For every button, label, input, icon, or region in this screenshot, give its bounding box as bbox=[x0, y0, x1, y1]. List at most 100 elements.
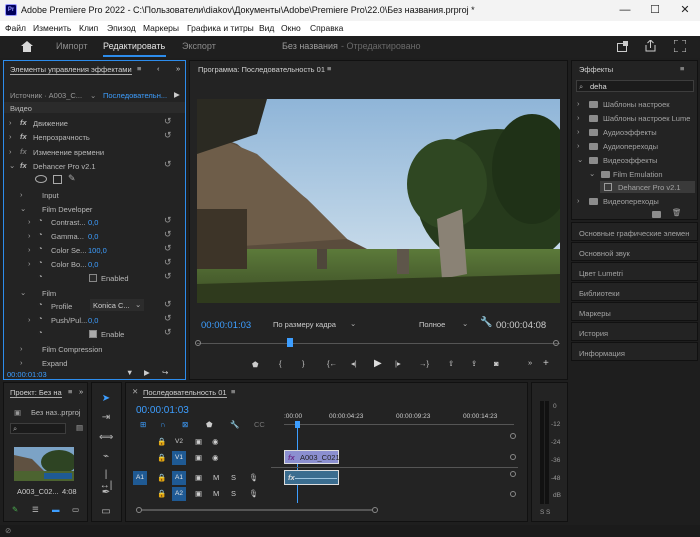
effect-controls-title[interactable]: Элементы управления эффектами bbox=[10, 65, 132, 75]
expand-arrow-icon[interactable]: › bbox=[28, 231, 31, 240]
lock-icon[interactable]: 🔒 bbox=[157, 473, 166, 482]
track-label-a1[interactable]: A1 bbox=[172, 471, 186, 485]
lift-icon[interactable]: ⇧ bbox=[448, 359, 454, 368]
stopwatch-icon[interactable]: ◔ bbox=[38, 230, 43, 239]
side-panel-history[interactable]: История bbox=[571, 322, 698, 341]
stopwatch-icon[interactable]: ◔ bbox=[38, 328, 43, 337]
param-value[interactable]: 100,0 bbox=[88, 246, 107, 255]
microphone-icon[interactable]: 🎙 bbox=[249, 473, 259, 482]
effect-opacity[interactable]: Непрозрачность bbox=[33, 133, 90, 142]
step-back-icon[interactable]: ◂| bbox=[351, 359, 357, 368]
menu-view[interactable]: Вид bbox=[259, 23, 274, 33]
captions-icon[interactable]: CC bbox=[254, 420, 265, 429]
group-film-compression[interactable]: Film Compression bbox=[42, 345, 102, 354]
menu-clip[interactable]: Клип bbox=[79, 23, 98, 33]
time-ruler[interactable] bbox=[284, 424, 514, 425]
effects-tree-item[interactable]: Шаблоны настроек Lume bbox=[603, 114, 690, 123]
scroll-handle[interactable] bbox=[553, 340, 559, 346]
effects-tree-item[interactable]: Film Emulation bbox=[613, 170, 663, 179]
reset-icon[interactable]: ↺ bbox=[164, 271, 172, 282]
tab-import[interactable]: Импорт bbox=[56, 41, 87, 51]
expand-arrow-icon[interactable]: › bbox=[9, 118, 12, 127]
effect-dehancer[interactable]: Dehancer Pro v2.1 bbox=[33, 162, 96, 171]
more-controls-icon[interactable]: » bbox=[528, 358, 532, 367]
reset-icon[interactable]: ↺ bbox=[164, 313, 172, 324]
scrub-bar[interactable] bbox=[197, 343, 560, 344]
stopwatch-icon[interactable]: ◔ bbox=[38, 300, 43, 309]
menu-file[interactable]: Файл bbox=[5, 23, 26, 33]
meter-solo-right[interactable]: S bbox=[546, 509, 550, 516]
menu-sequence[interactable]: Эпизод bbox=[107, 23, 136, 33]
reset-icon[interactable]: ↺ bbox=[164, 243, 172, 254]
wrench-icon[interactable]: 🔧 bbox=[230, 420, 239, 429]
meter-solo-left[interactable]: S bbox=[540, 509, 544, 516]
fx-icon[interactable]: fx bbox=[20, 147, 27, 156]
reset-icon[interactable]: ↺ bbox=[164, 130, 172, 141]
fx-icon[interactable]: fx bbox=[20, 118, 27, 127]
horizontal-scrollbar[interactable] bbox=[142, 509, 372, 511]
effect-time-remap[interactable]: Изменение времени bbox=[33, 148, 104, 157]
mark-out-icon[interactable]: } bbox=[302, 359, 305, 368]
collapse-left-icon[interactable]: ‹ bbox=[157, 64, 160, 73]
video-clip[interactable]: fx A003_C021 bbox=[284, 450, 340, 464]
menu-edit[interactable]: Изменить bbox=[33, 23, 71, 33]
expand-arrow-icon[interactable]: › bbox=[577, 141, 580, 150]
effects-tree-item[interactable]: Шаблоны настроек bbox=[603, 100, 670, 109]
tab-edit[interactable]: Редактировать bbox=[103, 41, 165, 51]
reset-icon[interactable]: ↺ bbox=[164, 159, 172, 170]
enable-checkbox[interactable] bbox=[89, 330, 97, 338]
stopwatch-icon[interactable]: ◔ bbox=[38, 314, 43, 323]
freeform-view-icon[interactable]: ▭ bbox=[72, 505, 79, 514]
sync-lock-icon[interactable]: ▣ bbox=[195, 489, 202, 498]
go-to-in-icon[interactable]: {← bbox=[327, 359, 337, 368]
collapse-arrow-icon[interactable]: ⌄ bbox=[577, 155, 583, 164]
solo-button[interactable]: S bbox=[231, 489, 236, 498]
scroll-handle[interactable] bbox=[510, 491, 516, 497]
mute-button[interactable]: M bbox=[213, 489, 219, 498]
enabled-checkbox[interactable] bbox=[89, 274, 97, 282]
new-bin-from-search-icon[interactable]: ▤ bbox=[76, 423, 83, 432]
reset-icon[interactable]: ↺ bbox=[164, 257, 172, 268]
playhead-marker[interactable] bbox=[287, 338, 293, 347]
tab-export[interactable]: Экспорт bbox=[182, 41, 216, 51]
source-patch-a1[interactable]: A1 bbox=[133, 471, 147, 485]
rectangle-tool-icon[interactable]: ▭ bbox=[99, 506, 113, 517]
effect-controls-timecode[interactable]: 00:00:01:03 bbox=[7, 370, 47, 379]
side-panel-essential-sound[interactable]: Основной звук bbox=[571, 242, 698, 261]
param-value[interactable]: 0,0 bbox=[88, 218, 98, 227]
ripple-edit-tool-icon[interactable]: ⟺ bbox=[99, 432, 113, 443]
expand-arrow-icon[interactable]: › bbox=[9, 132, 12, 141]
side-panel-info[interactable]: Информация bbox=[571, 342, 698, 361]
panel-menu-icon[interactable]: ≡ bbox=[327, 64, 331, 73]
snap-icon[interactable]: ∩ bbox=[160, 420, 165, 429]
microphone-icon[interactable]: 🎙 bbox=[249, 489, 259, 498]
sync-lock-icon[interactable]: ▣ bbox=[195, 473, 202, 482]
clip-thumbnail[interactable] bbox=[14, 447, 74, 481]
lock-icon[interactable]: 🔒 bbox=[157, 489, 166, 498]
group-film[interactable]: Film bbox=[42, 289, 56, 298]
panel-menu-icon[interactable]: ≡ bbox=[231, 387, 235, 396]
collapse-arrow-icon[interactable]: ⌄ bbox=[9, 161, 15, 170]
expand-arrow-icon[interactable]: › bbox=[28, 315, 31, 324]
status-indicator-icon[interactable]: ⊘ bbox=[5, 526, 11, 535]
track-label-v1[interactable]: V1 bbox=[172, 451, 186, 465]
fx-icon[interactable]: fx bbox=[20, 132, 27, 141]
trash-icon[interactable]: 🗑 bbox=[672, 208, 682, 217]
share-icon[interactable] bbox=[645, 40, 656, 52]
new-bin-icon[interactable] bbox=[652, 211, 661, 218]
razor-tool-icon[interactable]: ⌁ bbox=[99, 451, 113, 462]
selection-tool-icon[interactable]: ➤ bbox=[99, 393, 113, 404]
stopwatch-icon[interactable]: ◔ bbox=[38, 272, 43, 281]
collapse-arrow-icon[interactable]: ⌄ bbox=[589, 169, 595, 178]
selected-effect-row[interactable]: Dehancer Pro v2.1 bbox=[600, 181, 695, 193]
group-film-developer[interactable]: Film Developer bbox=[42, 205, 92, 214]
source-label[interactable]: Источник · A003_C... bbox=[10, 91, 82, 100]
pen-mask-icon[interactable]: ✎ bbox=[68, 173, 76, 184]
effects-tree-item[interactable]: Аудиоэффекты bbox=[603, 128, 657, 137]
expand-arrow-icon[interactable]: › bbox=[9, 147, 12, 156]
panel-menu-icon[interactable]: ≡ bbox=[137, 64, 141, 73]
push-pull-value[interactable]: 0,0 bbox=[88, 316, 98, 325]
track-label-v2[interactable]: V2 bbox=[172, 438, 186, 445]
lock-icon[interactable]: 🔒 bbox=[157, 453, 166, 462]
play-triangle-icon[interactable]: ▶ bbox=[174, 90, 180, 99]
